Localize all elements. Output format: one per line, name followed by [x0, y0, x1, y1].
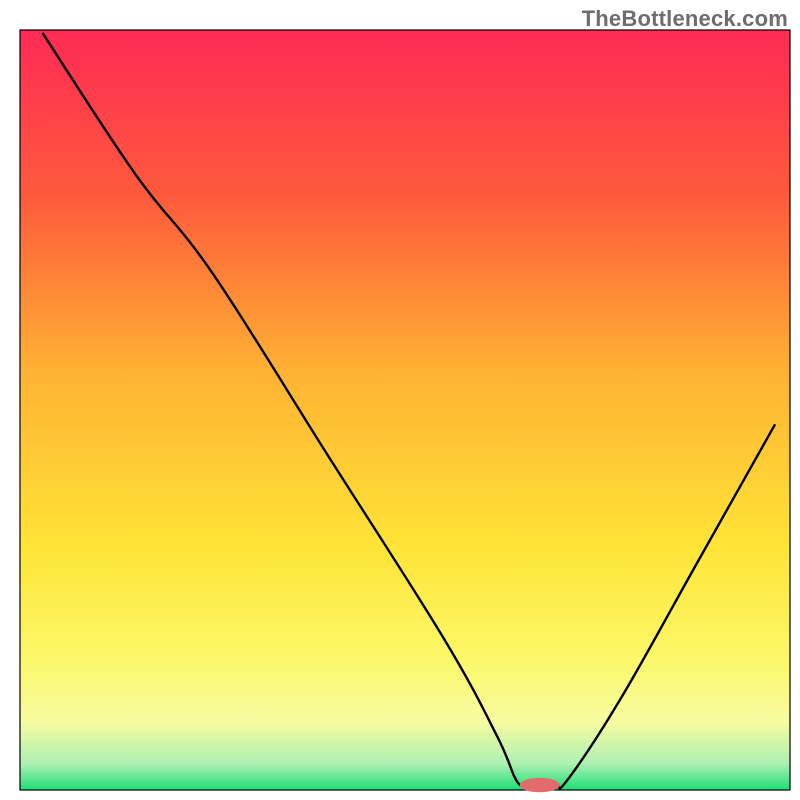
- plot-background: [20, 30, 790, 790]
- chart-svg: [0, 0, 800, 800]
- watermark-text: TheBottleneck.com: [582, 6, 788, 32]
- bottleneck-chart: TheBottleneck.com: [0, 0, 800, 800]
- optimal-zone-marker: [520, 778, 560, 792]
